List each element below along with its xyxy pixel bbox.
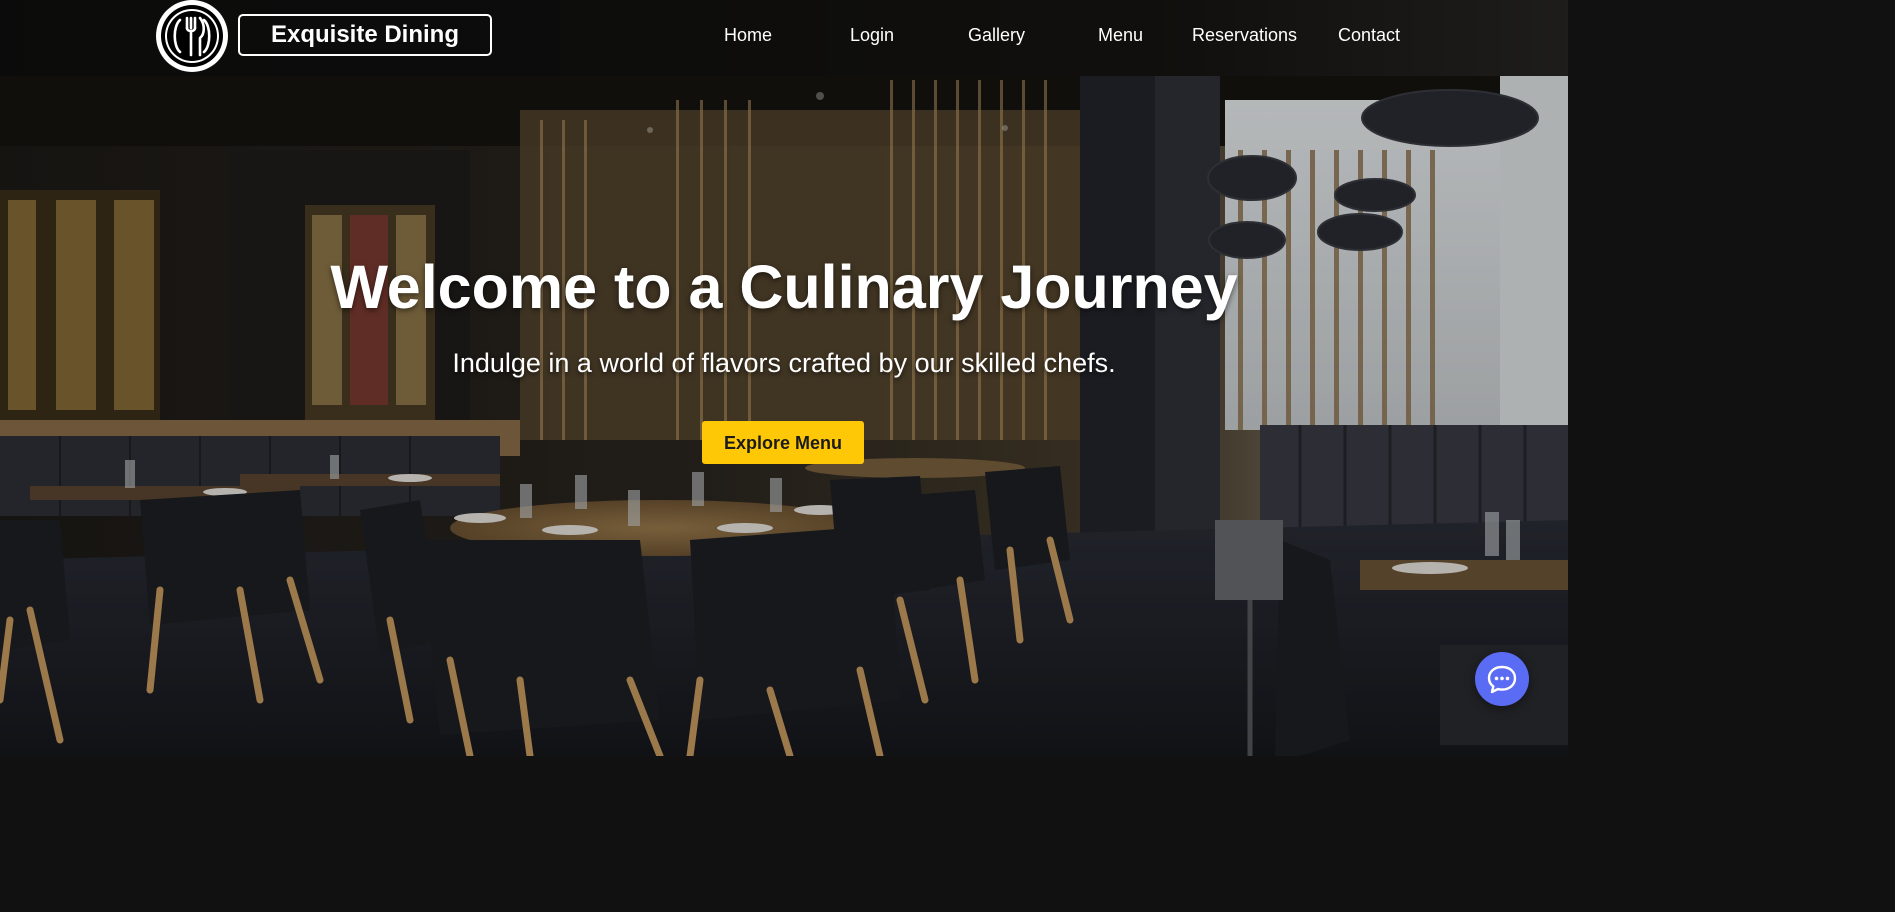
navbar: Exquisite Dining Home Login Gallery Menu… bbox=[0, 0, 1568, 76]
nav-home[interactable]: Home bbox=[724, 24, 772, 46]
hero-section: Exquisite Dining Home Login Gallery Menu… bbox=[0, 0, 1568, 756]
nav-menu[interactable]: Menu bbox=[1098, 24, 1143, 46]
fork-and-knife-icon bbox=[158, 2, 226, 70]
hero-title: Welcome to a Culinary Journey bbox=[330, 253, 1238, 321]
nav-login[interactable]: Login bbox=[850, 24, 894, 46]
logo[interactable] bbox=[156, 0, 228, 72]
chat-bubble-icon bbox=[1487, 665, 1517, 694]
hero-subtitle: Indulge in a world of flavors crafted by… bbox=[452, 348, 1116, 378]
explore-menu-button[interactable]: Explore Menu bbox=[702, 421, 864, 464]
nav-contact[interactable]: Contact bbox=[1338, 24, 1400, 46]
nav-gallery[interactable]: Gallery bbox=[968, 24, 1025, 46]
brand-name[interactable]: Exquisite Dining bbox=[238, 14, 492, 56]
nav-reservations[interactable]: Reservations bbox=[1192, 24, 1297, 46]
chat-button[interactable] bbox=[1475, 652, 1529, 706]
